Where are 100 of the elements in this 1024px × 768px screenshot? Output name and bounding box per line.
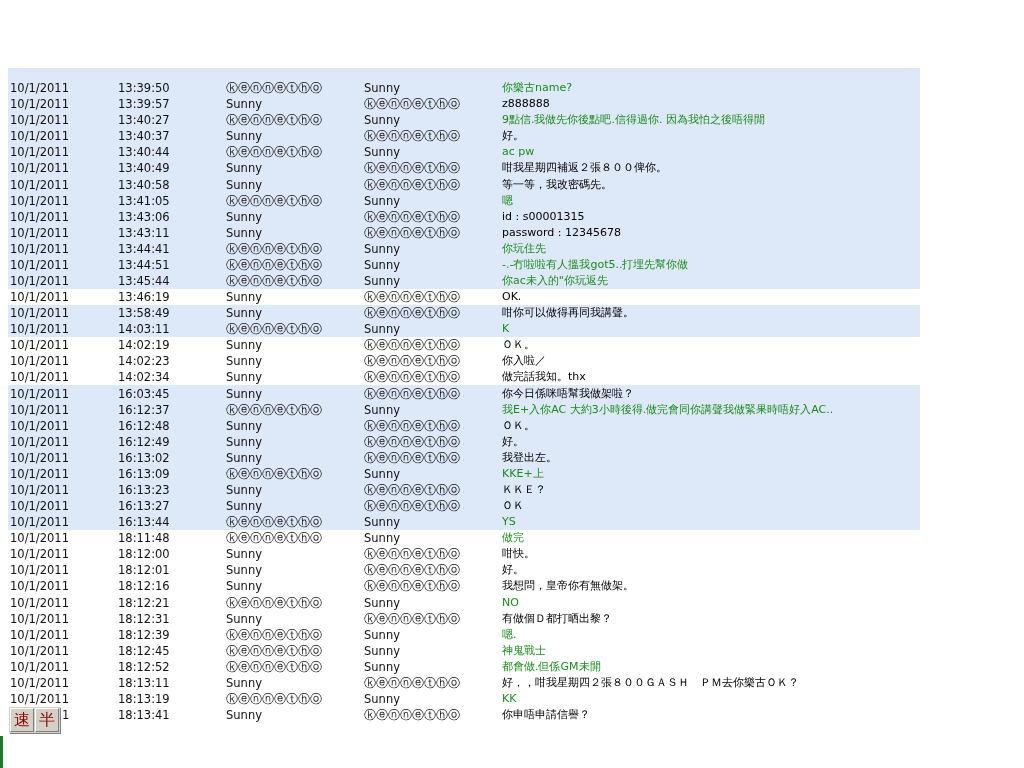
date-cell-text: 10/1/2011 bbox=[9, 611, 69, 626]
message-cell-text: 有做個Ｄ都打晒出黎？ bbox=[501, 611, 613, 626]
message-cell-text: password : 12345678 bbox=[501, 225, 622, 240]
ime-button[interactable]: 半 bbox=[35, 708, 59, 732]
message-cell-text: OK. bbox=[501, 290, 523, 305]
date-cell-text: 10/1/2011 bbox=[9, 177, 69, 192]
sender-cell-text: Sunny bbox=[225, 547, 263, 562]
message-cell-text: 神鬼戰士 bbox=[501, 643, 547, 658]
message-cell-text: ac pw bbox=[501, 145, 536, 160]
recipient-cell-text: Sunny bbox=[363, 257, 401, 272]
time-cell-text: 13:40:44 bbox=[117, 145, 171, 160]
message-cell-text: KKE+上 bbox=[501, 466, 545, 481]
sender-cell-text: Sunny bbox=[225, 611, 263, 626]
recipient-cell-text: ⓚⓔⓝⓝⓔⓣⓗⓞ bbox=[363, 483, 461, 497]
recipient-cell-text: Sunny bbox=[363, 692, 401, 706]
date-cell-text: 10/1/2011 bbox=[9, 659, 69, 674]
sender-cell-text: ⓚⓔⓝⓝⓔⓣⓗⓞ bbox=[225, 145, 323, 160]
sender-cell-text: ⓚⓔⓝⓝⓔⓣⓗⓞ bbox=[225, 257, 323, 272]
date-cell-text: 10/1/2011 bbox=[9, 450, 69, 465]
sender-cell-text: Sunny bbox=[225, 483, 263, 497]
time-cell-text: 13:44:51 bbox=[117, 257, 171, 272]
message-cell-text: 你ac未入的"你玩返先 bbox=[501, 273, 609, 288]
date-cell-text: 10/1/2011 bbox=[9, 595, 69, 610]
time-cell-text: 16:13:23 bbox=[117, 483, 171, 497]
recipient-cell-text: ⓚⓔⓝⓝⓔⓣⓗⓞ bbox=[363, 563, 461, 578]
message-cell-text: 做完 bbox=[501, 531, 525, 546]
time-cell-text: 18:12:00 bbox=[117, 547, 171, 562]
sender-cell-text: Sunny bbox=[225, 306, 263, 321]
date-cell-text: 10/1/2011 bbox=[9, 547, 69, 562]
message-cell-text: 咁你可以做得再同我講聲。 bbox=[501, 306, 635, 321]
time-cell-text: 18:12:52 bbox=[117, 659, 171, 674]
time-cell-text: 18:13:41 bbox=[117, 708, 171, 723]
time-cell-text: 13:40:37 bbox=[117, 129, 171, 144]
message-cell-text: -.-冇啦啦有人搵我got5..打埋先幫你做 bbox=[501, 257, 690, 272]
message-cell-text: 你入啦／ bbox=[501, 354, 547, 369]
message-cell-text: ＯＫ。 bbox=[501, 418, 536, 433]
time-cell-text: 13:40:49 bbox=[117, 161, 171, 176]
date-cell-text: 10/1/2011 bbox=[9, 225, 69, 240]
date-cell-text: 10/1/2011 bbox=[9, 241, 69, 256]
date-cell-text: 10/1/2011 bbox=[9, 499, 69, 514]
edge-bar bbox=[0, 736, 3, 768]
recipient-cell-text: Sunny bbox=[363, 643, 401, 658]
recipient-cell-text: Sunny bbox=[363, 627, 401, 642]
recipient-cell-text: ⓚⓔⓝⓝⓔⓣⓗⓞ bbox=[363, 225, 461, 240]
recipient-cell-text: ⓚⓔⓝⓝⓔⓣⓗⓞ bbox=[363, 97, 461, 112]
message-cell-text: 你今日係咪唔幫我做架啦？ bbox=[501, 386, 635, 401]
sender-cell-text: Sunny bbox=[225, 161, 263, 176]
time-cell-text: 18:12:31 bbox=[117, 611, 171, 626]
recipient-cell-text: ⓚⓔⓝⓝⓔⓣⓗⓞ bbox=[363, 450, 461, 465]
date-cell-text: 10/1/2011 bbox=[9, 145, 69, 160]
date-cell-text: 10/1/2011 bbox=[9, 675, 69, 690]
sender-cell-text: Sunny bbox=[225, 579, 263, 594]
sender-cell-text: ⓚⓔⓝⓝⓔⓣⓗⓞ bbox=[225, 659, 323, 674]
date-cell-text: 10/1/2011 bbox=[9, 97, 69, 112]
time-cell-text: 13:58:49 bbox=[117, 306, 171, 321]
date-cell-text: 10/1/2011 bbox=[9, 466, 69, 481]
time-cell-text: 18:12:01 bbox=[117, 563, 171, 578]
sender-cell-text: Sunny bbox=[225, 338, 263, 353]
message-cell-text: NO bbox=[501, 595, 520, 610]
time-cell-text: 13:44:41 bbox=[117, 241, 171, 256]
recipient-cell-text: Sunny bbox=[363, 515, 401, 530]
recipient-cell-text: ⓚⓔⓝⓝⓔⓣⓗⓞ bbox=[363, 370, 461, 385]
recipient-cell-text: ⓚⓔⓝⓝⓔⓣⓗⓞ bbox=[363, 306, 461, 321]
sender-cell-text: Sunny bbox=[225, 563, 263, 578]
date-cell-text: 10/1/2011 bbox=[9, 113, 69, 128]
sender-cell-text: Sunny bbox=[225, 418, 263, 433]
date-cell-text: 10/1/2011 bbox=[9, 354, 69, 369]
sender-cell-text: Sunny bbox=[225, 209, 263, 224]
time-cell-text: 16:13:02 bbox=[117, 450, 171, 465]
date-cell-text: 10/1/2011 bbox=[9, 627, 69, 642]
message-cell-text: KK bbox=[501, 692, 518, 706]
time-cell-text: 13:45:44 bbox=[117, 273, 171, 288]
date-cell-text: 10/1/2011 bbox=[9, 563, 69, 578]
recipient-cell-text: Sunny bbox=[363, 531, 401, 546]
sender-cell-text: Sunny bbox=[225, 450, 263, 465]
sender-cell-text: ⓚⓔⓝⓝⓔⓣⓗⓞ bbox=[225, 273, 323, 288]
message-cell-text: ＯＫ。 bbox=[501, 338, 536, 353]
recipient-cell-text: Sunny bbox=[363, 595, 401, 610]
time-cell-text: 14:02:19 bbox=[117, 338, 171, 353]
date-cell-text: 10/1/2011 bbox=[9, 402, 69, 417]
recipient-cell-text: Sunny bbox=[363, 322, 401, 337]
recipient-cell-text: ⓚⓔⓝⓝⓔⓣⓗⓞ bbox=[363, 354, 461, 369]
time-cell-text: 16:13:27 bbox=[117, 499, 171, 514]
date-cell-text: 10/1/2011 bbox=[9, 193, 69, 208]
recipient-cell-text: ⓚⓔⓝⓝⓔⓣⓗⓞ bbox=[363, 434, 461, 449]
time-cell-text: 13:46:19 bbox=[117, 290, 171, 305]
recipient-cell-text: ⓚⓔⓝⓝⓔⓣⓗⓞ bbox=[363, 708, 461, 723]
ime-button[interactable]: 速 bbox=[10, 708, 34, 732]
message-cell-text: 嗯 bbox=[501, 193, 514, 208]
date-cell-text: 10/1/2011 bbox=[9, 81, 69, 96]
recipient-cell-text: Sunny bbox=[363, 273, 401, 288]
date-cell-text: 10/1/2011 bbox=[9, 338, 69, 353]
time-cell-text: 18:12:16 bbox=[117, 579, 171, 594]
date-cell-text: 10/1/2011 bbox=[9, 257, 69, 272]
sender-cell-text: ⓚⓔⓝⓝⓔⓣⓗⓞ bbox=[225, 113, 323, 128]
time-cell-text: 13:43:11 bbox=[117, 225, 171, 240]
time-cell-text: 16:03:45 bbox=[117, 386, 171, 401]
message-cell-text: 做完話我知。thx bbox=[501, 370, 587, 385]
recipient-cell-text: Sunny bbox=[363, 402, 401, 417]
time-cell-text: 18:13:19 bbox=[117, 692, 171, 706]
